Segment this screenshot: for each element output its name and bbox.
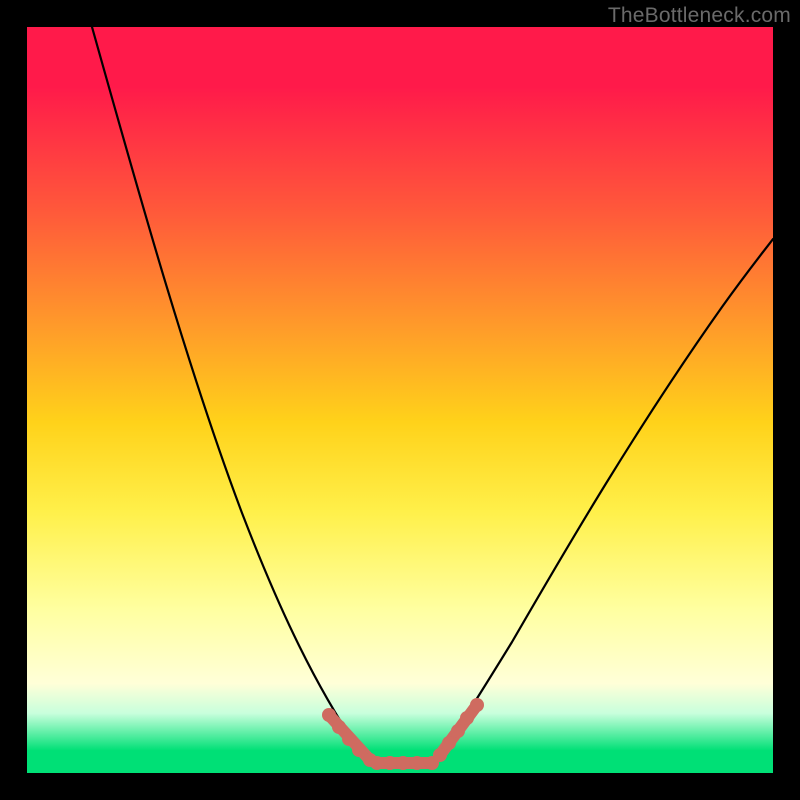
left-marker-cluster <box>322 708 377 767</box>
right-curve <box>432 239 773 763</box>
floor-marker-cluster <box>370 756 439 770</box>
right-marker-cluster <box>433 698 484 762</box>
chart-svg <box>27 27 773 773</box>
watermark: TheBottleneck.com <box>608 4 791 28</box>
chart-frame <box>27 27 773 773</box>
left-curve <box>92 27 377 763</box>
